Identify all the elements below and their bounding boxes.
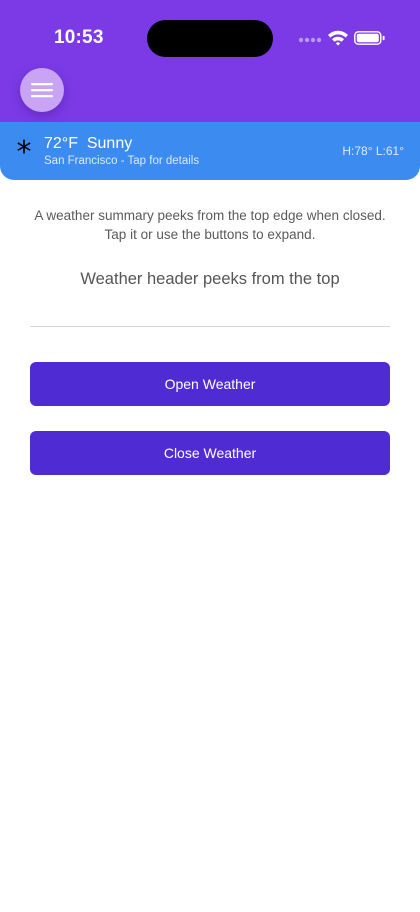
battery-icon	[354, 31, 385, 45]
dynamic-island	[147, 20, 273, 57]
wifi-icon	[328, 30, 348, 46]
hamburger-icon	[31, 83, 53, 98]
open-weather-button[interactable]: Open Weather	[30, 362, 390, 406]
status-time: 10:53	[54, 27, 104, 48]
description-text: A weather summary peeks from the top edg…	[34, 208, 386, 242]
weather-summary-card[interactable]: * 72°F Sunny San Francisco - Tap for det…	[0, 122, 420, 180]
status-bar: 10:53	[0, 0, 420, 76]
divider	[30, 326, 390, 327]
close-weather-button[interactable]: Close Weather	[30, 431, 390, 475]
weather-condition-icon: *	[16, 135, 32, 170]
signal-icon	[298, 37, 322, 43]
weather-high-low: H:78° L:61°	[342, 144, 404, 158]
weather-temp-condition: 72°F Sunny	[44, 135, 133, 152]
menu-button[interactable]	[20, 68, 64, 112]
peek-label: Weather header peeks from the top	[80, 270, 340, 288]
weather-subtitle: San Francisco - Tap for details	[44, 155, 200, 167]
